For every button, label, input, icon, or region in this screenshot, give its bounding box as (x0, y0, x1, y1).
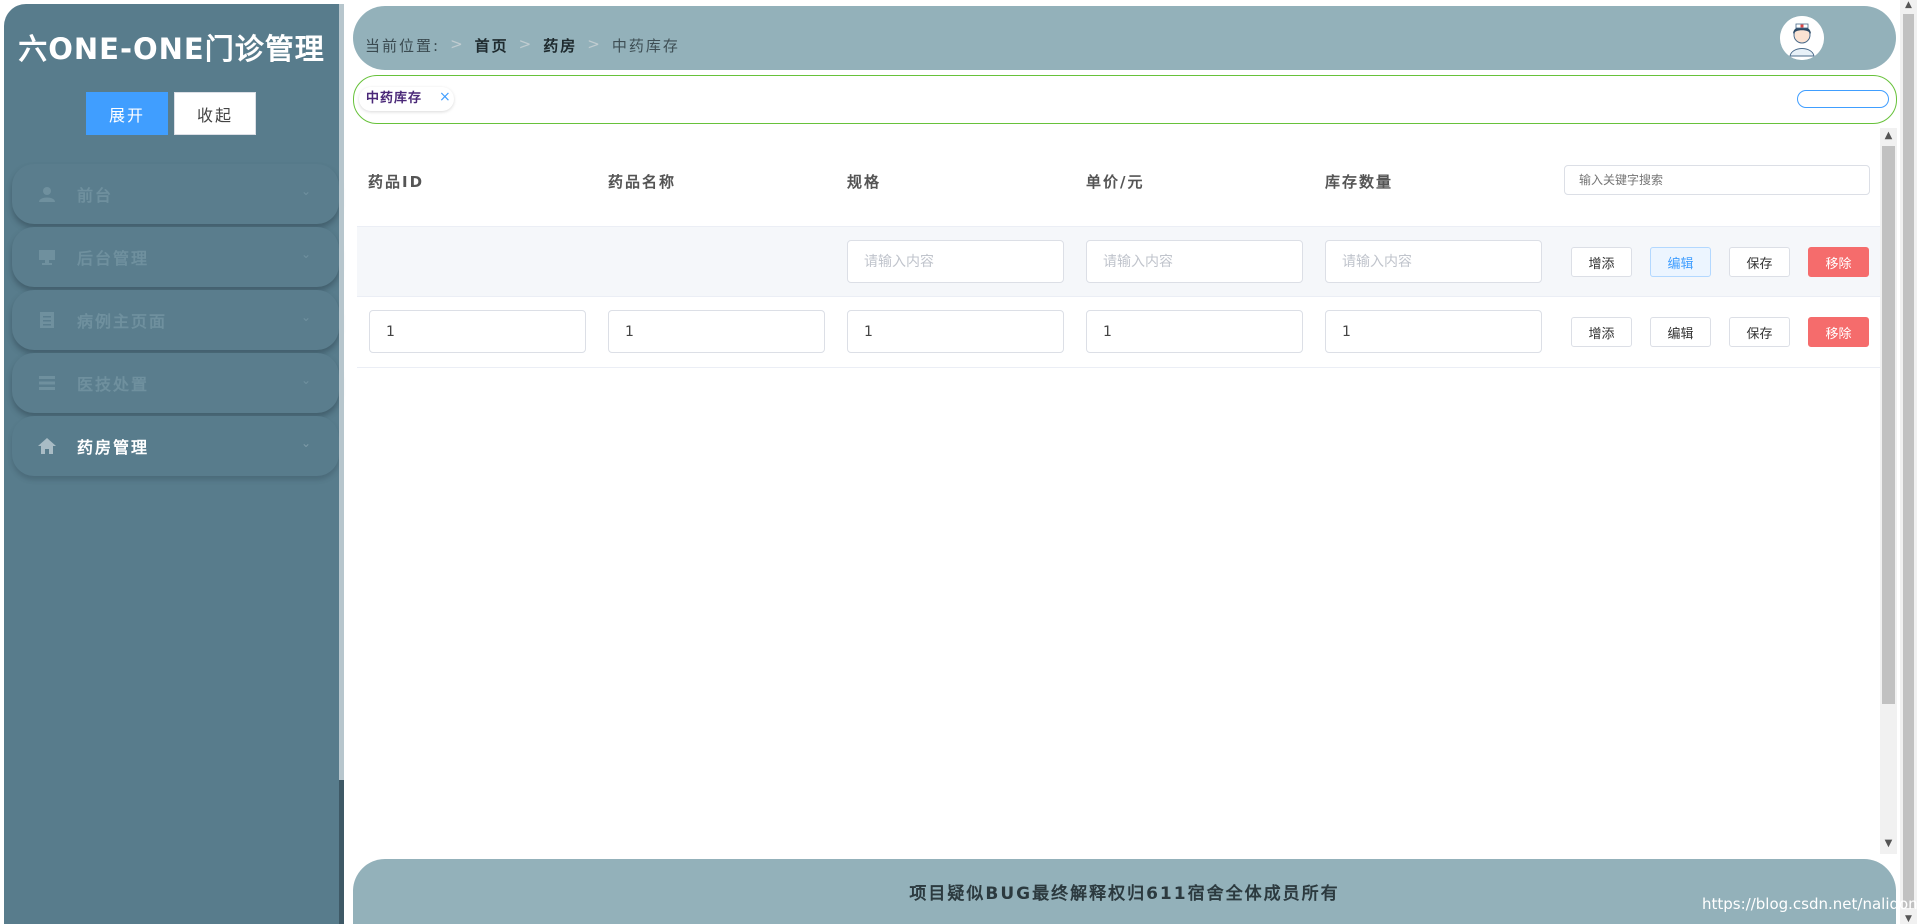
watermark-url: https://blog.csdn.net/nalidong (1702, 895, 1917, 913)
document-icon (40, 312, 54, 328)
column-header-name: 药品名称 (608, 173, 677, 191)
scroll-up-arrow-icon[interactable]: ▲ (1880, 130, 1897, 144)
user-icon (39, 187, 55, 202)
edit-button[interactable]: 编辑 (1650, 317, 1711, 347)
tag-scroll-pill[interactable] (1797, 90, 1889, 108)
app-title: 六ONE-ONE门诊管理 (18, 32, 325, 66)
breadcrumb-home[interactable]: 首页 (475, 35, 509, 56)
spec-field[interactable] (847, 310, 1064, 353)
chevron-down-icon: ⌄ (300, 184, 311, 198)
sidebar-menu: 前台 ⌄ 后台管理 ⌄ 病例主页面 ⌄ 医技处置 ⌄ 药房管理 ⌄ (12, 164, 339, 479)
scroll-down-arrow-icon[interactable]: ▼ (1900, 914, 1917, 924)
price-input[interactable] (1086, 240, 1303, 283)
breadcrumb-current: 中药库存 (611, 37, 680, 55)
sidebar-item-label: 药房管理 (77, 438, 150, 457)
sidebar-item-backend[interactable]: 后台管理 ⌄ (12, 227, 339, 287)
column-header-spec: 规格 (847, 173, 882, 191)
search-input[interactable] (1564, 165, 1870, 195)
monitor-icon (39, 250, 55, 265)
breadcrumb-separator: > (450, 35, 465, 53)
sidebar-item-front-desk[interactable]: 前台 ⌄ (12, 164, 339, 224)
top-header: 当前位置: > 首页 > 药房 > 中药库存 (353, 6, 1896, 70)
spec-input[interactable] (847, 240, 1064, 283)
remove-button[interactable]: 移除 (1808, 317, 1869, 347)
sidebar-item-label: 后台管理 (77, 249, 150, 268)
main-panel: 药品ID 药品名称 规格 单价/元 库存数量 增添 编辑 保存 移除 增添 编辑… (353, 131, 1880, 853)
footer-text: 项目疑似BUG最终解释权归611宿舍全体成员所有 (909, 884, 1340, 904)
close-icon[interactable]: × (439, 89, 451, 105)
price-field[interactable] (1086, 310, 1303, 353)
breadcrumb-pharmacy[interactable]: 药房 (543, 35, 577, 56)
chevron-down-icon: ⌄ (300, 310, 311, 324)
add-button[interactable]: 增添 (1571, 317, 1632, 347)
edit-button[interactable]: 编辑 (1650, 247, 1711, 277)
scroll-down-arrow-icon[interactable]: ▼ (1880, 838, 1897, 852)
sidebar-item-medical-tech[interactable]: 医技处置 ⌄ (12, 353, 339, 413)
sidebar-item-pharmacy[interactable]: 药房管理 ⌄ (12, 416, 339, 476)
chevron-down-icon: ⌄ (300, 436, 311, 450)
expand-button[interactable]: 展开 (86, 92, 168, 135)
panel-scrollbar[interactable]: ▲ ▼ (1880, 128, 1897, 854)
doctor-avatar-icon[interactable] (1780, 16, 1824, 60)
sidebar-toggle-group: 展开 收起 (86, 92, 256, 135)
stock-field[interactable] (1325, 310, 1542, 353)
remove-button[interactable]: 移除 (1808, 247, 1869, 277)
save-button[interactable]: 保存 (1729, 317, 1790, 347)
sidebar-item-case-home[interactable]: 病例主页面 ⌄ (12, 290, 339, 350)
sidebar: 六ONE-ONE门诊管理 展开 收起 前台 ⌄ 后台管理 ⌄ 病例主页面 ⌄ 医… (4, 4, 339, 924)
sidebar-item-label: 医技处置 (77, 375, 150, 394)
table-row: 增添 编辑 保存 移除 (357, 297, 1880, 368)
column-header-price: 单价/元 (1086, 173, 1145, 191)
save-button[interactable]: 保存 (1729, 247, 1790, 277)
breadcrumb-separator: > (587, 35, 602, 53)
table-row-new: 增添 编辑 保存 移除 (357, 226, 1880, 297)
scrollbar-thumb[interactable] (1882, 146, 1895, 704)
chevron-down-icon: ⌄ (300, 247, 311, 261)
id-field[interactable] (369, 310, 586, 353)
sidebar-item-label: 前台 (77, 186, 114, 205)
add-button[interactable]: 增添 (1571, 247, 1632, 277)
scrollbar-thumb[interactable] (1903, 14, 1914, 908)
sidebar-divider-shadow (339, 780, 344, 924)
breadcrumb-separator: > (518, 35, 534, 53)
footer: 项目疑似BUG最终解释权归611宿舍全体成员所有 (353, 859, 1896, 924)
home-icon (38, 438, 56, 454)
collapse-button[interactable]: 收起 (174, 92, 256, 135)
column-header-id: 药品ID (368, 173, 425, 191)
scroll-up-arrow-icon[interactable]: ▲ (1900, 0, 1917, 10)
page-scrollbar[interactable]: ▲ ▼ (1900, 0, 1917, 924)
name-field[interactable] (608, 310, 825, 353)
breadcrumb: 当前位置: > 首页 > 药房 > 中药库存 (365, 35, 680, 56)
chevron-down-icon: ⌄ (300, 373, 311, 387)
sidebar-item-label: 病例主页面 (77, 312, 168, 331)
column-header-stock: 库存数量 (1325, 173, 1394, 191)
list-icon (39, 376, 55, 390)
breadcrumb-location-label: 当前位置: (365, 37, 441, 55)
stock-input[interactable] (1325, 240, 1542, 283)
tags-view-bar: 中药库存 × (353, 75, 1897, 124)
